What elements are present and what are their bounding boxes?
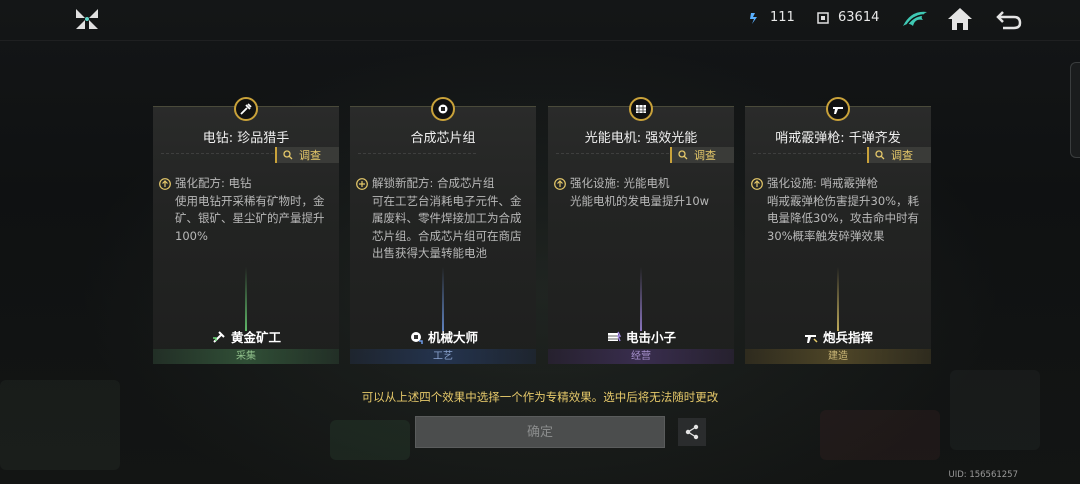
chip-counter: 63614 (816, 10, 879, 25)
app-logo-icon[interactable] (74, 7, 100, 31)
desc-heading: 强化设施: 光能电机 (570, 176, 670, 190)
category-label: 采集 (153, 349, 339, 364)
solar-motor-badge-icon (629, 97, 653, 121)
specialization-card-chipset[interactable]: 合成芯片组 解锁新配方: 合成芯片组 可在工艺台消耗电子元件、金属废料、零件焊接… (350, 97, 536, 364)
share-button[interactable] (678, 418, 706, 446)
desc-heading: 解锁新配方: 合成芯片组 (372, 176, 495, 190)
investigate-label: 调查 (299, 149, 321, 162)
category-label: 工艺 (350, 349, 536, 364)
light-beam (442, 267, 444, 331)
specialization-card-solar-motor[interactable]: 光能电机: 强效光能 调查 强化设施: 光能电机 光能电机的发电量提升10w 电… (548, 97, 734, 364)
card-role: 黄金矿工 (153, 327, 339, 346)
chipset-badge-icon (431, 97, 455, 121)
light-beam (837, 267, 839, 331)
desc-text: 哨戒霰弹枪伤害提升30%，耗电量降低30%，攻击命中时有30%概率触发碎弹效果 (767, 193, 920, 243)
chip-value: 63614 (838, 10, 880, 25)
search-icon (678, 150, 688, 160)
energy-counter: 111 (748, 10, 795, 25)
role-label: 机械大师 (427, 330, 478, 345)
desc-text: 可在工艺台消耗电子元件、金属废料、零件焊接加工为合成芯片组。合成芯片组可在商店出… (372, 193, 522, 261)
shotgun-badge-icon (826, 97, 850, 121)
title-divider (556, 153, 674, 154)
investigate-button[interactable]: 调查 (867, 147, 931, 163)
search-icon (283, 150, 293, 160)
card-role: 机械大师 (350, 327, 536, 346)
desc-heading: 强化设施: 哨戒霰弹枪 (767, 176, 879, 190)
upgrade-arrow-icon (751, 178, 763, 190)
miner-icon (212, 330, 225, 343)
investigate-button[interactable]: 调查 (275, 147, 339, 163)
chip-icon (817, 11, 829, 24)
role-label: 炮兵指挥 (822, 330, 873, 345)
confirm-button[interactable]: 确定 (415, 416, 665, 448)
specialization-card-drill[interactable]: 电钻: 珍品猎手 调查 强化配方: 电钻 使用电钻开采稀有矿物时，金矿、银矿、星… (153, 97, 339, 364)
desc-text: 光能电机的发电量提升10w (570, 193, 710, 208)
category-label: 建造 (745, 349, 931, 364)
specialization-card-sentry-shotgun[interactable]: 哨戒霰弹枪: 千弹齐发 调查 强化设施: 哨戒霰弹枪 哨戒霰弹枪伤害提升30%，… (745, 97, 931, 364)
drill-badge-icon (234, 97, 258, 121)
category-label: 经营 (548, 349, 734, 364)
search-icon (875, 150, 885, 160)
title-divider (358, 153, 476, 154)
upgrade-arrow-icon (554, 178, 566, 190)
user-id: UID: 156561257 (948, 470, 1018, 480)
mechanic-icon (410, 331, 423, 344)
top-bar: 111 63614 (0, 0, 1080, 40)
share-icon (685, 424, 699, 440)
home-icon[interactable] (946, 6, 974, 32)
title-divider (753, 153, 871, 154)
side-drawer-tab[interactable] (1070, 62, 1080, 158)
card-description: 强化设施: 光能电机 光能电机的发电量提升10w (554, 175, 730, 210)
card-title: 哨戒霰弹枪: 千弹齐发 (775, 131, 901, 146)
light-beam (245, 267, 247, 331)
unlock-plus-icon (356, 178, 368, 190)
artillery-icon (804, 334, 818, 343)
card-role: 电击小子 (548, 327, 734, 346)
card-description: 强化设施: 哨戒霰弹枪 哨戒霰弹枪伤害提升30%，耗电量降低30%，攻击命中时有… (751, 175, 927, 245)
role-label: 电击小子 (625, 330, 676, 345)
card-title: 合成芯片组 (410, 131, 476, 146)
electrician-icon (607, 331, 622, 341)
card-title: 电钻: 珍品猎手 (202, 131, 290, 146)
light-beam (640, 267, 642, 331)
energy-value: 111 (770, 10, 795, 25)
title-divider (161, 153, 279, 154)
upgrade-arrow-icon (159, 178, 171, 190)
card-role: 炮兵指挥 (745, 327, 931, 346)
role-label: 黄金矿工 (230, 330, 281, 345)
wing-icon[interactable] (901, 6, 929, 32)
investigate-label: 调查 (891, 149, 913, 162)
desc-heading: 强化配方: 电钻 (175, 176, 252, 190)
card-description: 解锁新配方: 合成芯片组 可在工艺台消耗电子元件、金属废料、零件焊接加工为合成芯… (356, 175, 532, 263)
card-title: 光能电机: 强效光能 (584, 131, 698, 146)
card-description: 强化配方: 电钻 使用电钻开采稀有矿物时，金矿、银矿、星尘矿的产量提升100% (159, 175, 335, 245)
selection-notice: 可以从上述四个效果中选择一个作为专精效果。选中后将无法随时更改 (361, 390, 719, 404)
energy-icon (750, 12, 757, 24)
top-divider (0, 40, 1080, 41)
investigate-button[interactable]: 调查 (670, 147, 734, 163)
back-icon[interactable] (995, 6, 1023, 32)
investigate-label: 调查 (694, 149, 716, 162)
desc-text: 使用电钻开采稀有矿物时，金矿、银矿、星尘矿的产量提升100% (175, 193, 325, 243)
